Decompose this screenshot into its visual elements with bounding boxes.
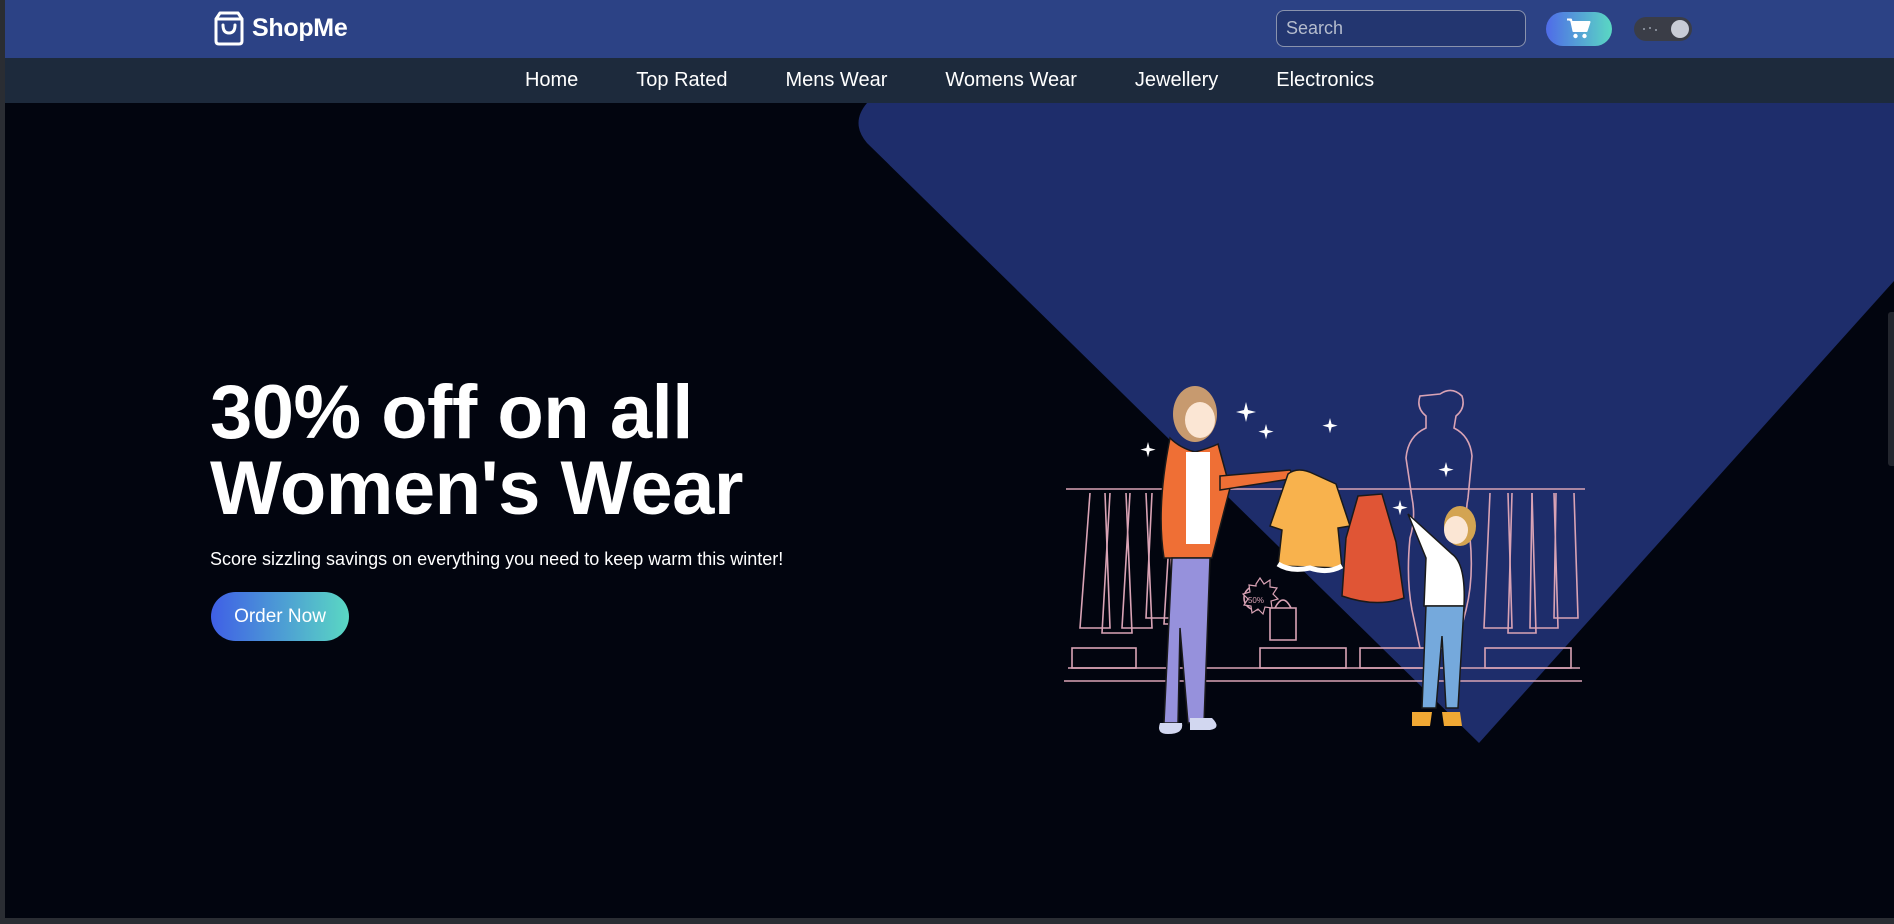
cart-button[interactable] — [1546, 12, 1612, 46]
svg-text:50%: 50% — [1248, 596, 1264, 605]
top-bar: ShopMe — [5, 0, 1894, 58]
theme-toggle[interactable] — [1634, 17, 1692, 41]
hero-subtitle: Score sizzling savings on everything you… — [210, 549, 784, 569]
hero-title-line2: Women's Wear — [210, 446, 743, 531]
app-frame: ShopMe Home Top Rated Mens Wear Womens W… — [5, 0, 1894, 918]
brand-name: ShopMe — [252, 13, 348, 42]
cart-icon — [1567, 18, 1591, 39]
moon-icon — [1671, 20, 1689, 38]
shopping-bag-icon — [214, 11, 244, 46]
women-shopping-illustration: 50% — [1064, 386, 1585, 734]
category-nav: Home Top Rated Mens Wear Womens Wear Jew… — [5, 58, 1894, 103]
yellow-dress — [1269, 469, 1351, 574]
hero-title-line1: 30% off on all — [210, 370, 693, 455]
brand-logo[interactable]: ShopMe — [212, 10, 348, 46]
stars-icon — [1643, 27, 1657, 31]
nav-item-jewellery[interactable]: Jewellery — [1135, 69, 1218, 92]
girl-figure — [1407, 506, 1476, 726]
nav-item-home[interactable]: Home — [525, 69, 578, 92]
side-scroll-tab[interactable] — [1888, 312, 1894, 466]
nav-item-womens-wear[interactable]: Womens Wear — [945, 69, 1077, 92]
order-now-button[interactable]: Order Now — [211, 592, 349, 641]
nav-item-top-rated[interactable]: Top Rated — [636, 69, 727, 92]
red-dress — [1341, 493, 1405, 604]
search-input[interactable] — [1276, 10, 1526, 47]
hero-title: 30% off on all Women's Wear — [210, 375, 743, 527]
nav-item-mens-wear[interactable]: Mens Wear — [785, 69, 887, 92]
nav-item-electronics[interactable]: Electronics — [1276, 69, 1374, 92]
